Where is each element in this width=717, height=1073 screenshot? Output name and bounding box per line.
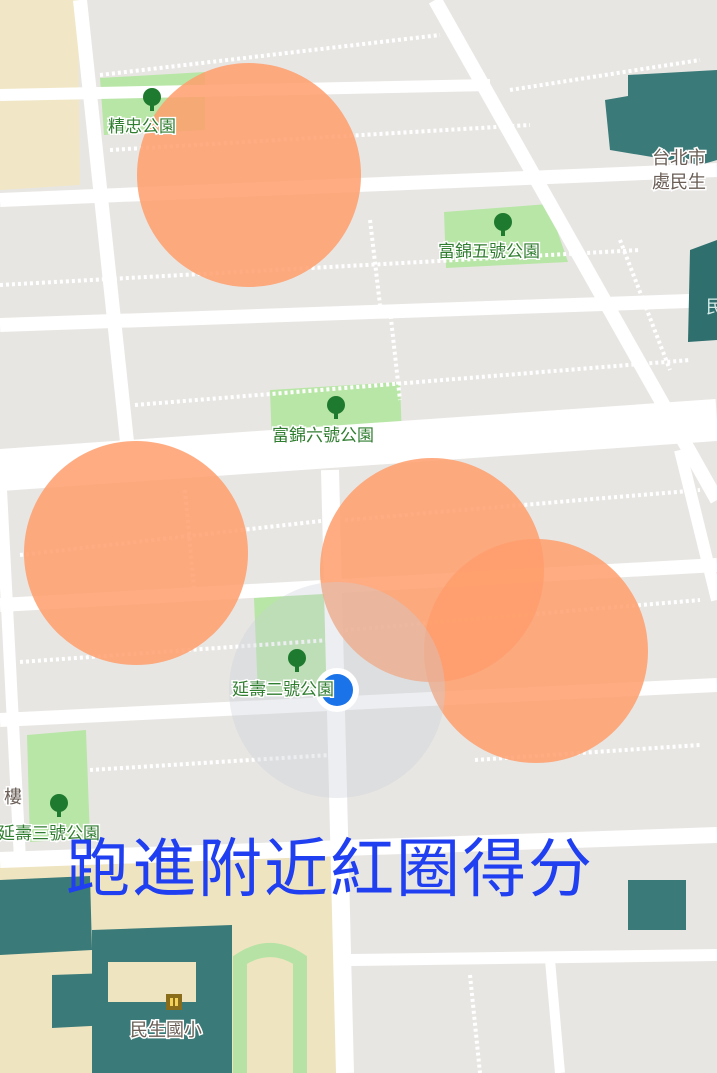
- target-zone-4[interactable]: [424, 539, 648, 763]
- target-zone-1[interactable]: [137, 63, 361, 287]
- target-zone-2[interactable]: [24, 441, 248, 665]
- park-label-yanshou-2: 延壽二號公園: [232, 680, 334, 700]
- school-icon: [166, 994, 182, 1010]
- park-label-jingzhong: 精忠公園: [108, 117, 176, 137]
- office-label-line2: 處民生: [652, 172, 706, 193]
- instruction-overlay: 跑進附近紅圈得分: [66, 833, 594, 907]
- building-label: 樓: [4, 787, 22, 808]
- park-label-fujin-6: 富錦六號公園: [272, 426, 374, 446]
- school-label: 民生國小: [130, 1020, 202, 1041]
- office-label-line1: 台北市: [652, 148, 706, 169]
- east-edge-label: 民: [706, 297, 717, 318]
- park-label-fujin-5: 富錦五號公園: [438, 242, 540, 262]
- map-canvas[interactable]: 精忠公園 富錦五號公園 富錦六號公園 延壽二號公園 延壽三號公園 台北市 處民生…: [0, 0, 717, 1073]
